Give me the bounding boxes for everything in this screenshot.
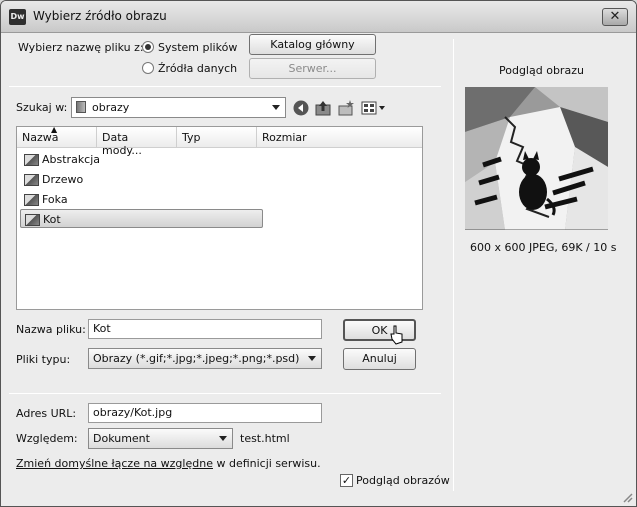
title-bar[interactable]: Dw Wybierz źródło obrazu ✕ [1,1,636,33]
chevron-down-icon [308,356,316,361]
column-header-name[interactable]: Nazwa ▲ [17,127,97,148]
radio-filesystem[interactable] [142,41,154,53]
change-default-link[interactable]: Zmień domyślne łącze na względne [16,457,213,470]
filetype-value: Obrazy (*.gif;*.jpg;*.jpeg;*.png;*.psd) [93,352,300,365]
server-button[interactable]: Serwer... [249,58,376,79]
window-title: Wybierz źródło obrazu [33,9,167,23]
resize-grip-icon[interactable] [621,491,633,503]
column-header-type[interactable]: Typ [177,127,257,148]
file-list[interactable]: Nazwa ▲ Data mody... Typ Rozmiar Abstrakc… [16,126,423,310]
column-header-size[interactable]: Rozmiar [257,127,422,148]
image-file-icon [25,214,40,226]
filetype-dropdown[interactable]: Obrazy (*.gif;*.jpg;*.jpeg;*.png;*.psd) [88,348,322,369]
chevron-down-icon [219,436,227,441]
close-button[interactable]: ✕ [602,8,628,26]
new-folder-icon[interactable] [337,99,355,117]
site-root-button[interactable]: Katalog główny serwisu [249,34,376,70]
preview-info: 600 x 600 JPEG, 69K / 10 s [470,241,617,254]
back-icon[interactable] [292,99,310,117]
folder-icon [76,101,86,113]
chevron-down-icon [272,105,280,110]
file-item-kot[interactable]: Kot [20,209,263,228]
url-input[interactable]: obrazy/Kot.jpg [88,403,322,423]
cancel-button[interactable]: Anuluj [343,348,416,370]
ok-button[interactable]: OK [343,319,416,345]
ok-button-label: OK [371,324,388,337]
lookin-value: obrazy [92,101,130,114]
preview-images-checkbox[interactable]: ✓ [340,474,353,487]
radio-filesystem-label[interactable]: System plików [158,41,237,54]
lookin-label: Szukaj w: [16,101,68,114]
file-item-abstrakcja[interactable]: Abstrakcja [20,150,104,169]
radio-datasources-label[interactable]: Źródła danych [158,62,237,75]
separator-bottom [9,393,441,394]
radio-datasources[interactable] [142,62,154,74]
select-from-label: Wybierz nazwę pliku z: [18,41,144,54]
filetype-label: Pliki typu: [16,353,71,366]
image-file-icon [24,174,39,186]
file-item-foka[interactable]: Foka [20,190,72,209]
relative-dropdown[interactable]: Dokument [88,428,233,449]
file-item-drzewo[interactable]: Drzewo [20,170,87,189]
lookin-dropdown[interactable]: obrazy [71,97,286,118]
image-preview [465,87,608,230]
preview-title: Podgląd obrazu [499,64,584,77]
dreamweaver-app-icon: Dw [9,9,26,25]
view-menu-icon[interactable] [360,99,386,117]
sort-ascending-icon: ▲ [51,126,58,134]
relative-value: Dokument [93,432,150,445]
image-file-icon [24,154,39,166]
relative-label: Względem: [16,432,78,445]
url-label: Adres URL: [16,407,77,420]
mouse-cursor-icon [390,325,403,345]
change-default-link-text: Zmień domyślne łącze na względne w defin… [16,457,321,470]
column-header-date[interactable]: Data mody... [97,127,177,157]
filename-input[interactable]: Kot [88,319,322,339]
dialog-window: Dw Wybierz źródło obrazu ✕ Wybierz nazwę… [0,0,637,507]
relative-document: test.html [240,432,290,445]
vertical-separator [453,39,454,491]
up-folder-icon[interactable] [314,99,332,117]
separator-top [9,86,441,87]
preview-images-label[interactable]: Podgląd obrazów [356,474,450,487]
filename-label: Nazwa pliku: [16,323,86,336]
image-file-icon [24,194,39,206]
